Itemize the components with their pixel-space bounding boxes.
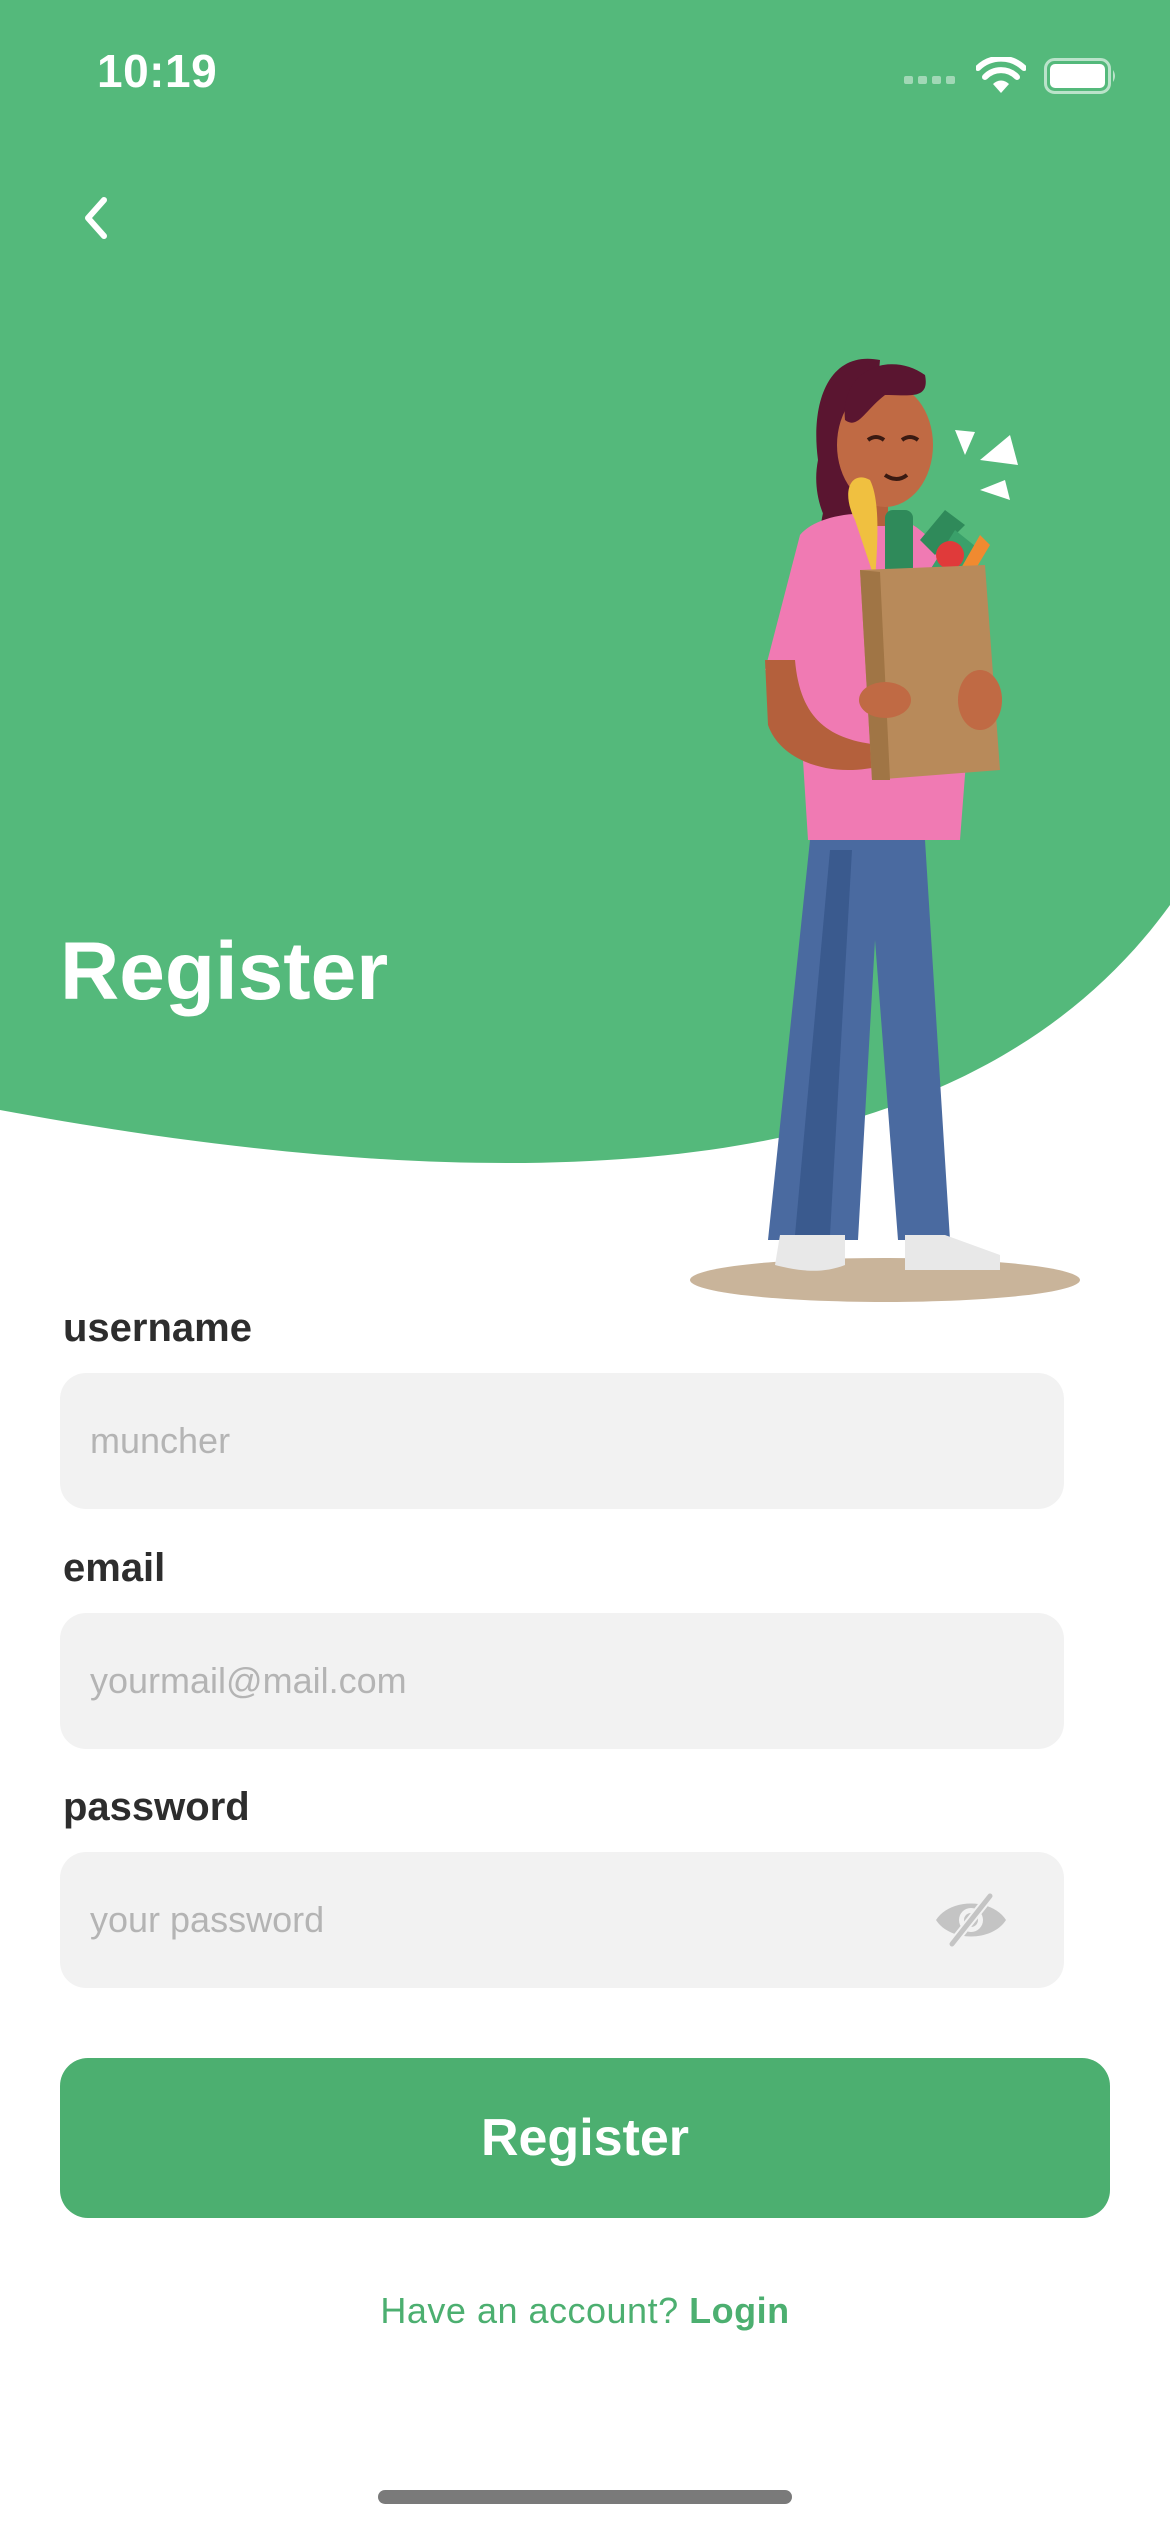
home-indicator [378, 2490, 792, 2504]
status-bar: 10:19 [0, 0, 1170, 150]
back-button[interactable] [62, 178, 130, 258]
page-title: Register [60, 926, 389, 1017]
email-label: email [63, 1546, 166, 1590]
eye-off-icon[interactable] [932, 1890, 1010, 1950]
grocery-woman-illustration [690, 358, 1080, 1302]
login-link[interactable]: Login [689, 2290, 789, 2331]
status-time: 10:19 [97, 45, 218, 97]
password-field[interactable] [60, 1852, 1064, 1988]
chevron-left-icon [85, 197, 107, 239]
cellular-signal-icon [904, 76, 955, 84]
username-label: username [63, 1306, 252, 1350]
username-field[interactable] [60, 1373, 1064, 1509]
status-icons [904, 52, 1118, 100]
login-prompt-text: Have an account? [380, 2290, 679, 2331]
password-label: password [63, 1785, 250, 1829]
email-input[interactable] [88, 1659, 1036, 1703]
wifi-icon [976, 57, 1026, 93]
battery-icon [1044, 58, 1115, 94]
register-button[interactable]: Register [60, 2058, 1110, 2218]
password-input[interactable] [88, 1898, 1036, 1942]
login-prompt: Have an account? Login [0, 2290, 1170, 2332]
username-input[interactable] [88, 1419, 1036, 1463]
email-field[interactable] [60, 1613, 1064, 1749]
